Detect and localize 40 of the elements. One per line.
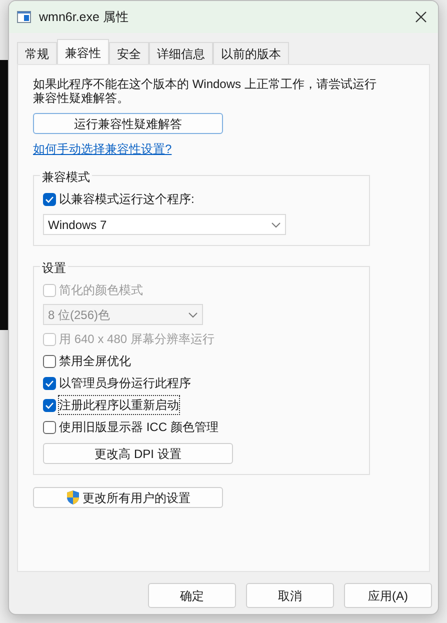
checkbox-label: 注册此程序以重新启动 [59,396,179,414]
window-title: wmn6r.exe 属性 [39,8,129,26]
group-legend: 设置 [40,261,68,275]
tab[interactable]: 兼容性 [57,39,109,64]
all-users-button[interactable]: 更改所有用户的设置 [33,487,223,508]
checkbox-label: 使用旧版显示器 ICC 颜色管理 [59,419,218,436]
help-link[interactable]: 如何手动选择兼容性设置? [33,140,172,158]
tab[interactable]: 详细信息 [149,42,213,64]
checkbox-label: 以管理员身份运行此程序 [59,375,191,392]
check-icon [45,380,54,386]
dialog-button[interactable]: 取消 [246,583,334,608]
chevron-icon [271,222,281,228]
check-icon [45,402,54,408]
checkbox[interactable] [43,354,56,368]
dropdown[interactable]: Windows 7 [43,214,286,235]
shield-icon [66,490,80,505]
checkbox-label: 禁用全屏优化 [59,353,131,370]
dialog-button[interactable]: 确定 [148,583,236,608]
dropdown-value: Windows 7 [48,216,107,234]
dpi-settings-button[interactable]: 更改高 DPI 设置 [43,443,233,464]
checkbox[interactable] [43,420,56,434]
close-icon [414,10,428,24]
tab[interactable]: 常规 [17,42,57,64]
checkbox[interactable] [43,398,56,412]
checkbox[interactable] [43,376,56,390]
chevron-icon [188,312,198,318]
tab[interactable]: 以前的版本 [213,42,289,64]
close-button[interactable] [414,10,428,24]
checkbox-label: 用 640 x 480 屏幕分辨率运行 [59,331,214,348]
tab[interactable]: 安全 [109,42,149,64]
app-icon [17,11,31,23]
intro-text: 如果此程序不能在这个版本的 Windows 上正常工作，请尝试运行兼容性疑难解答。 [33,77,378,105]
checkbox[interactable] [43,192,56,206]
dialog-button[interactable]: 应用(A) [344,583,432,608]
check-icon [45,196,54,202]
group-legend: 兼容模式 [40,170,92,184]
dropdown-value: 8 位(256)色 [48,306,110,324]
troubleshoot-button[interactable]: 运行兼容性疑难解答 [33,113,223,134]
checkbox-label: 简化的颜色模式 [59,282,143,299]
checkbox-label: 以兼容模式运行这个程序: [59,191,194,208]
